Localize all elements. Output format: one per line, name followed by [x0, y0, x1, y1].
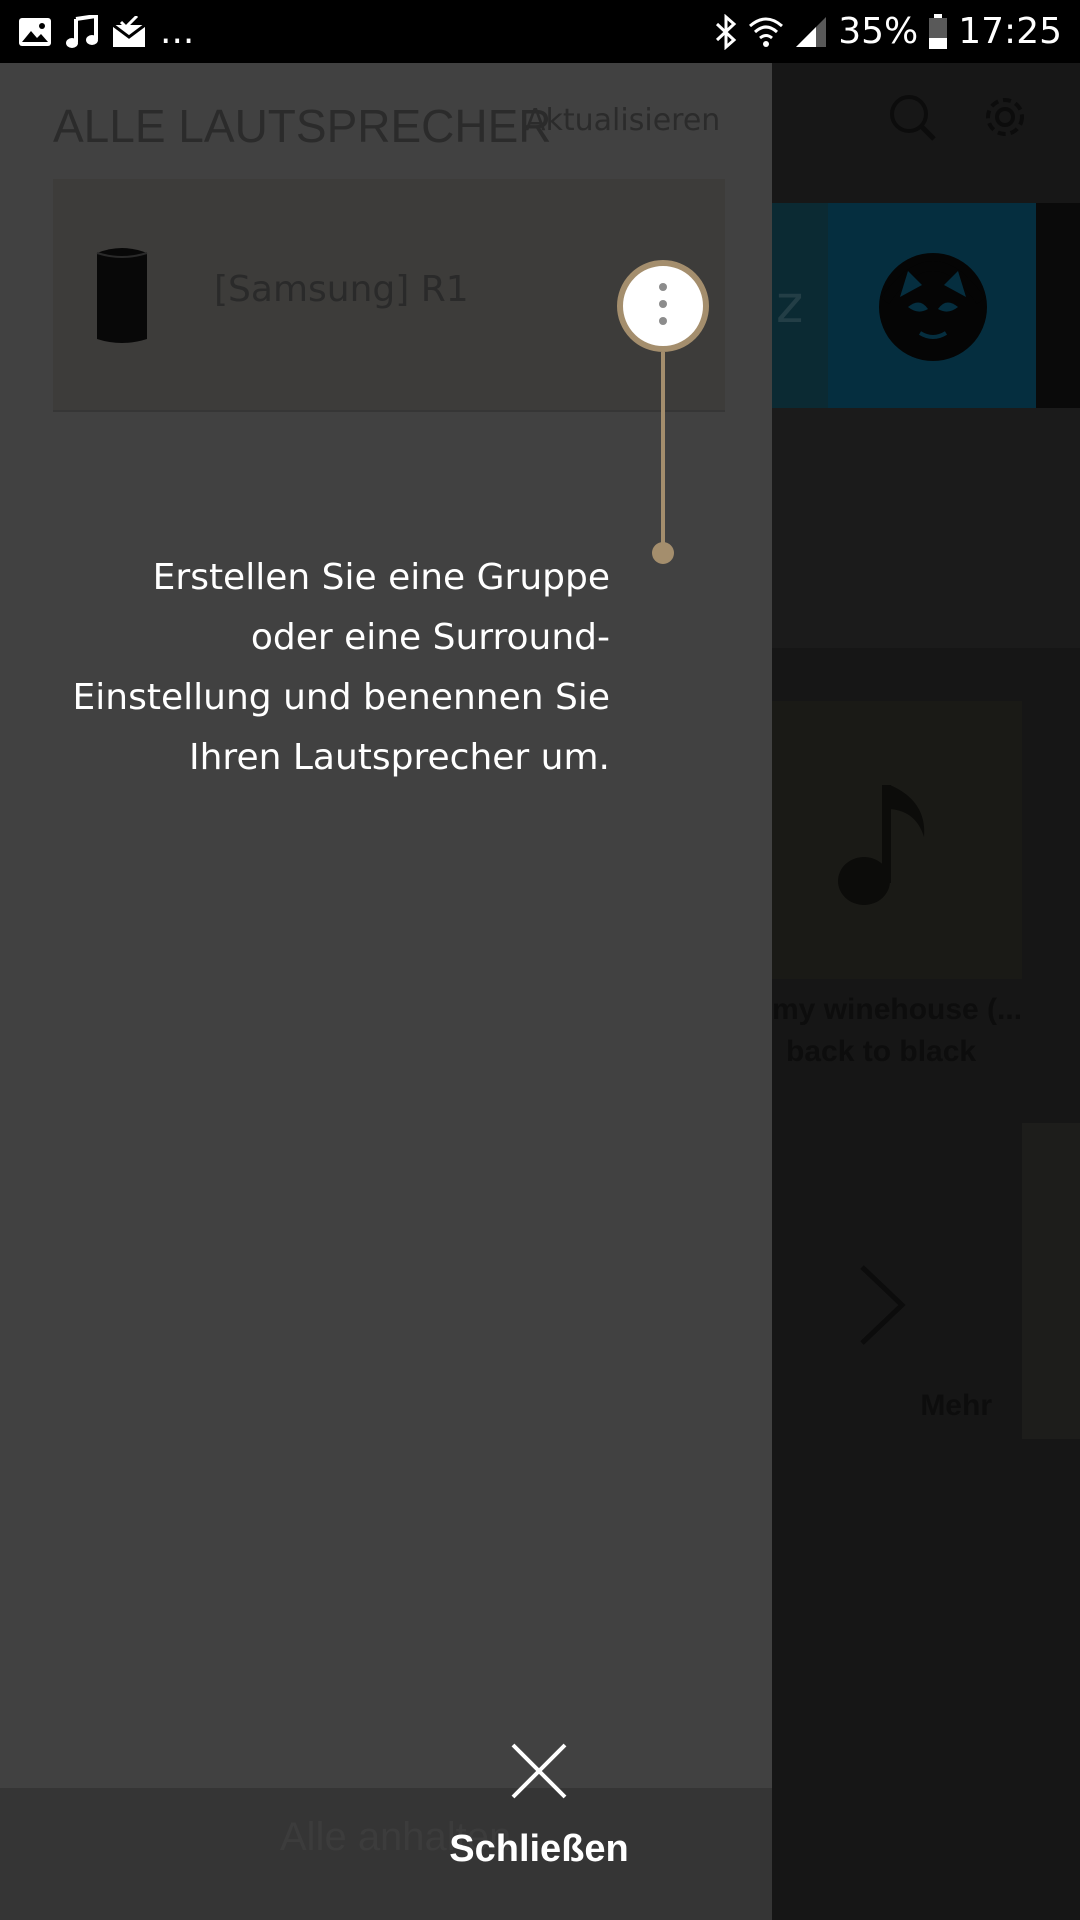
- speaker-icon: [93, 243, 151, 345]
- hint-line: oder eine Surround-: [250, 617, 610, 658]
- bluetooth-icon: [714, 13, 738, 50]
- close-icon: [510, 1742, 568, 1800]
- signal-icon: [794, 16, 828, 48]
- napster-tile[interactable]: [828, 203, 1036, 408]
- album-artist: my winehouse (...: [772, 993, 1023, 1026]
- notification-overflow: ...: [160, 11, 195, 52]
- battery-percent: 35%: [838, 11, 919, 52]
- hint-line: Ihren Lautsprecher um.: [189, 737, 610, 778]
- more-label: Mehr: [920, 1389, 992, 1422]
- close-label: Schließen: [449, 1828, 629, 1870]
- hint-line: Einstellung und benennen Sie: [72, 677, 610, 718]
- chevron-right-icon: [858, 1263, 908, 1351]
- tile-letter: z: [776, 275, 804, 335]
- drawer-title: ALLE LAUTSPRECHER: [53, 100, 552, 152]
- background-header: [772, 63, 1080, 203]
- background-section: [772, 408, 1080, 648]
- coach-mark-hint: Erstellen Sie eine Gruppe oder eine Surr…: [40, 548, 610, 788]
- speaker-name: [Samsung] R1: [214, 269, 469, 310]
- music-icon: [66, 14, 98, 49]
- clock: 17:25: [958, 11, 1062, 52]
- close-button[interactable]: Schließen: [430, 1730, 648, 1880]
- more-vertical-icon: [657, 281, 669, 331]
- speaker-more-button[interactable]: [617, 260, 709, 352]
- gear-icon[interactable]: [979, 91, 1031, 147]
- album-title: back to black: [786, 1035, 977, 1068]
- service-tiles: z: [772, 203, 1080, 408]
- hint-line: Erstellen Sie eine Gruppe: [152, 557, 610, 598]
- service-tile[interactable]: [1036, 203, 1080, 408]
- album-tile[interactable]: [772, 701, 1022, 979]
- service-tile[interactable]: z: [772, 203, 828, 408]
- refresh-button[interactable]: Aktualisieren: [525, 103, 720, 138]
- hint-connector-dot: [652, 542, 674, 564]
- wifi-icon: [748, 14, 784, 50]
- hint-connector: [661, 352, 665, 548]
- search-icon[interactable]: [888, 93, 938, 147]
- music-note-icon: [832, 781, 932, 915]
- image-icon: [18, 17, 52, 47]
- mail-icon: [112, 15, 146, 48]
- background-app: z my winehouse (... back to black Mehr: [772, 63, 1080, 1920]
- status-bar: ... 35% 17:25: [0, 0, 1080, 63]
- background-section: [1022, 1123, 1080, 1439]
- napster-logo-icon: [870, 241, 996, 371]
- battery-icon: [928, 13, 948, 50]
